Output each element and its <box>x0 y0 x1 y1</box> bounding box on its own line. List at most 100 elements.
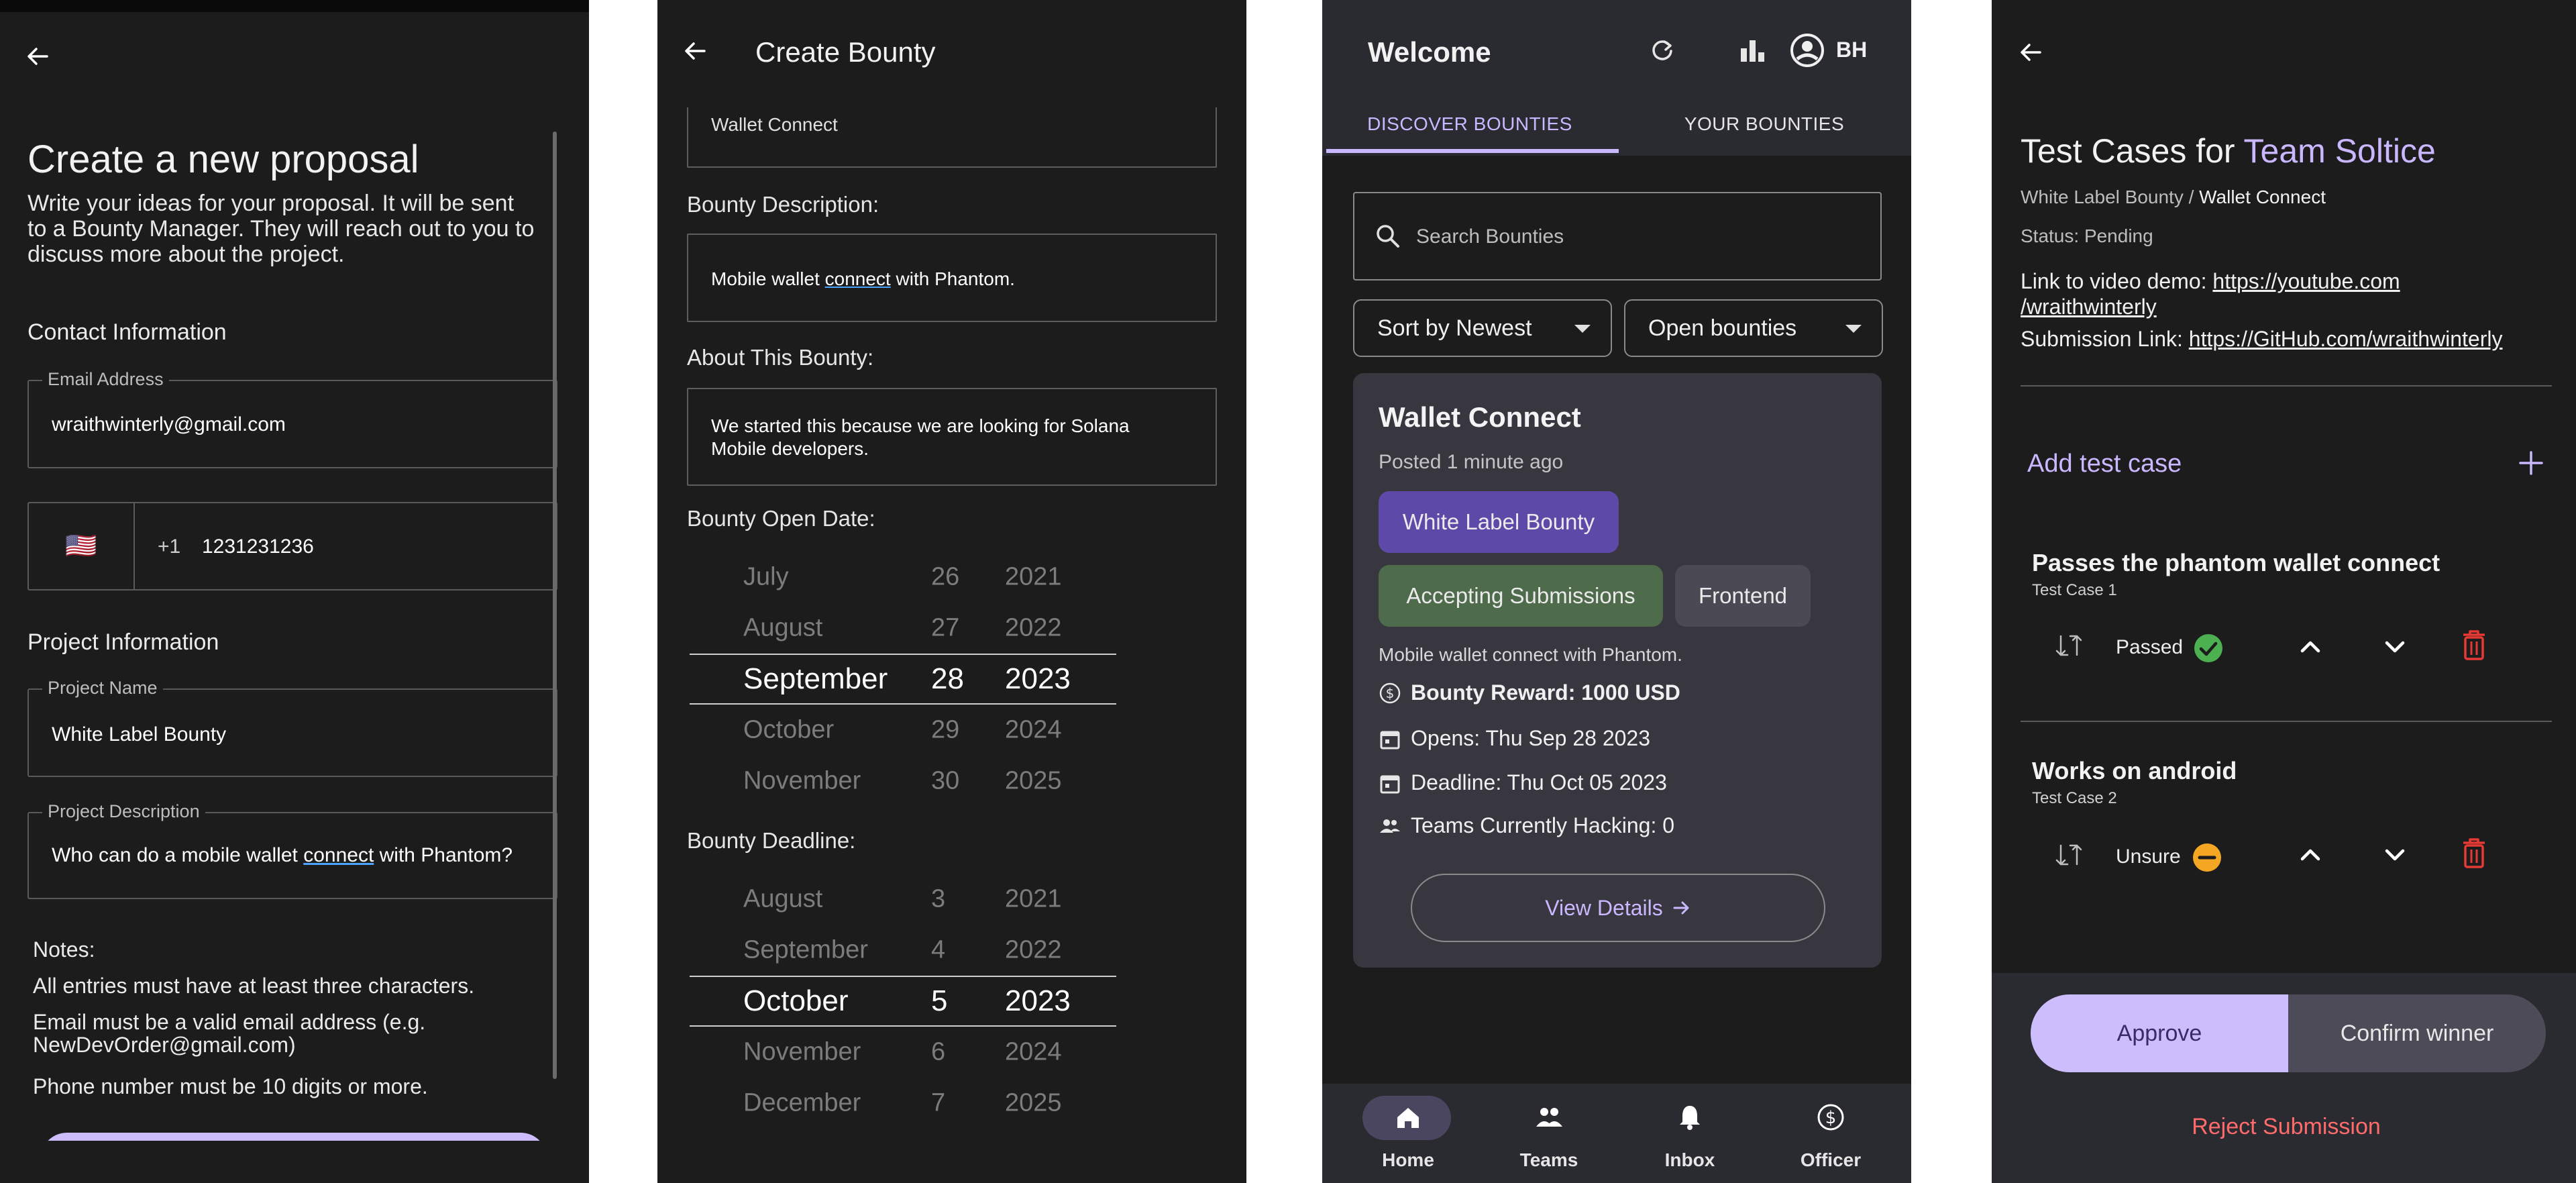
picker-day: 4 <box>931 935 946 964</box>
leaderboard-icon[interactable] <box>1738 36 1766 64</box>
bounty-card[interactable]: Wallet Connect Posted 1 minute ago White… <box>1353 373 1882 968</box>
picker-row[interactable]: August 27 2022 <box>690 603 1116 654</box>
chevron-down-icon <box>1574 325 1591 333</box>
group-icon <box>1379 815 1401 837</box>
page-title: Create a new proposal <box>28 138 419 181</box>
picker-row[interactable]: November 6 2024 <box>690 1027 1116 1078</box>
submission-link[interactable]: https://GitHub.com/wraithwinterly <box>2189 327 2503 351</box>
picker-row[interactable]: September 4 2022 <box>690 925 1116 976</box>
email-field[interactable]: Email Address wraithwinterly@gmail.com <box>28 369 557 468</box>
bounty-reward: Bounty Reward: 1000 USD <box>1411 680 1680 705</box>
status-bar <box>0 0 589 12</box>
about-label: About This Bounty: <box>687 345 874 370</box>
picker-year: 2024 <box>1005 715 1062 744</box>
picker-row[interactable]: December 7 2025 <box>690 1078 1116 1129</box>
picker-year: 2021 <box>1005 884 1062 913</box>
sort-value: Sort by Newest <box>1377 315 1532 341</box>
tab-your-bounties[interactable]: YOUR BOUNTIES <box>1617 95 1911 153</box>
picker-row[interactable]: July 26 2021 <box>690 552 1116 603</box>
breadcrumb: White Label Bounty / Wallet Connect <box>2021 187 2326 208</box>
picker-year: 2023 <box>1005 984 1071 1017</box>
intro-line: discuss more about the project. <box>28 242 345 267</box>
search-icon <box>1375 223 1401 250</box>
bottom-navigation: Home Teams Inbox $ Officer <box>1322 1084 1911 1183</box>
test-case-title: Works on android <box>2032 757 2237 784</box>
picker-month: November <box>743 766 861 795</box>
note-item: Email must be a valid email address (e.g… <box>33 1011 425 1056</box>
deadline-date: Deadline: Thu Oct 05 2023 <box>1411 770 1667 794</box>
reorder-icon[interactable] <box>2054 840 2084 870</box>
note-line: NewDevOrder@gmail.com) <box>33 1033 296 1057</box>
about-field[interactable]: We started this because we are looking f… <box>687 388 1217 486</box>
test-case-subtitle: Test Case 1 <box>2032 581 2117 599</box>
filter-dropdown[interactable]: Open bounties <box>1624 299 1883 357</box>
app-bar: Create Bounty <box>657 0 1246 107</box>
refresh-icon[interactable] <box>1648 36 1676 64</box>
picker-year: 2025 <box>1005 1088 1062 1117</box>
bounty-title: Wallet Connect <box>1379 401 1581 433</box>
group-icon <box>1536 1108 1562 1127</box>
project-description-field[interactable]: Project Description Who can do a mobile … <box>28 801 557 899</box>
open-date-picker[interactable]: July 26 2021 August 27 2022 September 28 2023 Oct… <box>690 552 1116 808</box>
add-test-case-button[interactable]: Add test case <box>2027 450 2182 478</box>
chip-frontend: Frontend <box>1675 565 1811 627</box>
intro-line: Write your ideas for your proposal. It w… <box>28 191 515 216</box>
scroll-mask <box>0 1141 589 1183</box>
nav-label: Officer <box>1800 1149 1862 1170</box>
back-arrow-icon[interactable] <box>24 43 51 70</box>
about-line: Mobile developers. <box>711 438 869 459</box>
chevron-up-icon[interactable] <box>2296 840 2325 870</box>
chevron-down-icon[interactable] <box>2380 840 2410 870</box>
deadline-date-picker[interactable]: August 3 2021 September 4 2022 October 5 2023 Nov… <box>690 874 1116 1130</box>
chevron-down-icon[interactable] <box>2380 632 2410 662</box>
plus-icon[interactable] <box>2518 450 2544 476</box>
reject-submission-button[interactable]: Reject Submission <box>1992 1114 2576 1140</box>
account-icon[interactable] <box>1789 32 1825 68</box>
approve-button[interactable]: Approve <box>2031 994 2288 1072</box>
picker-row[interactable]: November 30 2025 <box>690 756 1116 807</box>
picker-selected-row[interactable]: September 28 2023 <box>690 654 1116 705</box>
teams-hacking: Teams Currently Hacking: 0 <box>1411 813 1675 837</box>
dollar-icon: $ <box>1817 1104 1844 1131</box>
video-demo-link[interactable]: https://youtube.com <box>2212 269 2400 293</box>
search-input[interactable]: Search Bounties <box>1353 192 1882 280</box>
chevron-up-icon[interactable] <box>2296 632 2325 662</box>
calendar-icon <box>1379 727 1401 750</box>
tab-discover-bounties[interactable]: DISCOVER BOUNTIES <box>1322 95 1617 153</box>
test-case-item: Passes the phantom wallet connect Test C… <box>2021 537 2552 718</box>
delete-icon[interactable] <box>2459 628 2489 662</box>
description-field[interactable]: Mobile wallet connect with Phantom. <box>687 234 1217 322</box>
confirm-winner-button[interactable]: Confirm winner <box>2288 994 2546 1072</box>
picker-year: 2021 <box>1005 562 1062 591</box>
picker-row[interactable]: August 3 2021 <box>690 874 1116 925</box>
breadcrumb-current: Wallet Connect <box>2199 187 2326 207</box>
project-name-value: White Label Bounty <box>52 723 227 745</box>
back-arrow-icon[interactable] <box>2017 39 2044 66</box>
reorder-icon[interactable] <box>2054 631 2084 660</box>
sort-dropdown[interactable]: Sort by Newest <box>1353 299 1612 357</box>
picker-year: 2023 <box>1005 662 1071 695</box>
view-details-button[interactable]: View Details <box>1411 874 1825 942</box>
phone-value: 1231231236 <box>202 535 314 558</box>
check-circle-icon[interactable] <box>2194 633 2223 663</box>
bounty-description: Mobile wallet connect with Phantom. <box>1379 644 1682 665</box>
svg-text:$: $ <box>1825 1108 1837 1128</box>
picker-month: July <box>743 562 789 591</box>
scrollbar[interactable] <box>553 132 557 1079</box>
bell-icon <box>1680 1106 1700 1130</box>
back-arrow-icon[interactable] <box>682 38 708 64</box>
delete-icon[interactable] <box>2459 836 2489 870</box>
chip-white-label: White Label Bounty <box>1379 491 1619 553</box>
phone-field[interactable]: 🇺🇸 +1 1231231236 <box>28 502 557 590</box>
picker-row[interactable]: October 29 2024 <box>690 705 1116 756</box>
country-flag-selector[interactable]: 🇺🇸 <box>29 503 135 589</box>
project-name-field[interactable]: Project Name White Label Bounty <box>28 678 557 777</box>
team-name: Team Soltice <box>2243 132 2436 170</box>
picker-year: 2024 <box>1005 1037 1062 1066</box>
calendar-icon <box>1379 772 1401 794</box>
minus-circle-icon[interactable] <box>2192 843 2222 872</box>
picker-selected-row[interactable]: October 5 2023 <box>690 976 1116 1027</box>
video-demo-link[interactable]: /wraithwinterly <box>2021 295 2157 319</box>
picker-month: October <box>743 984 849 1017</box>
breadcrumb-parent[interactable]: White Label Bounty / <box>2021 187 2194 207</box>
